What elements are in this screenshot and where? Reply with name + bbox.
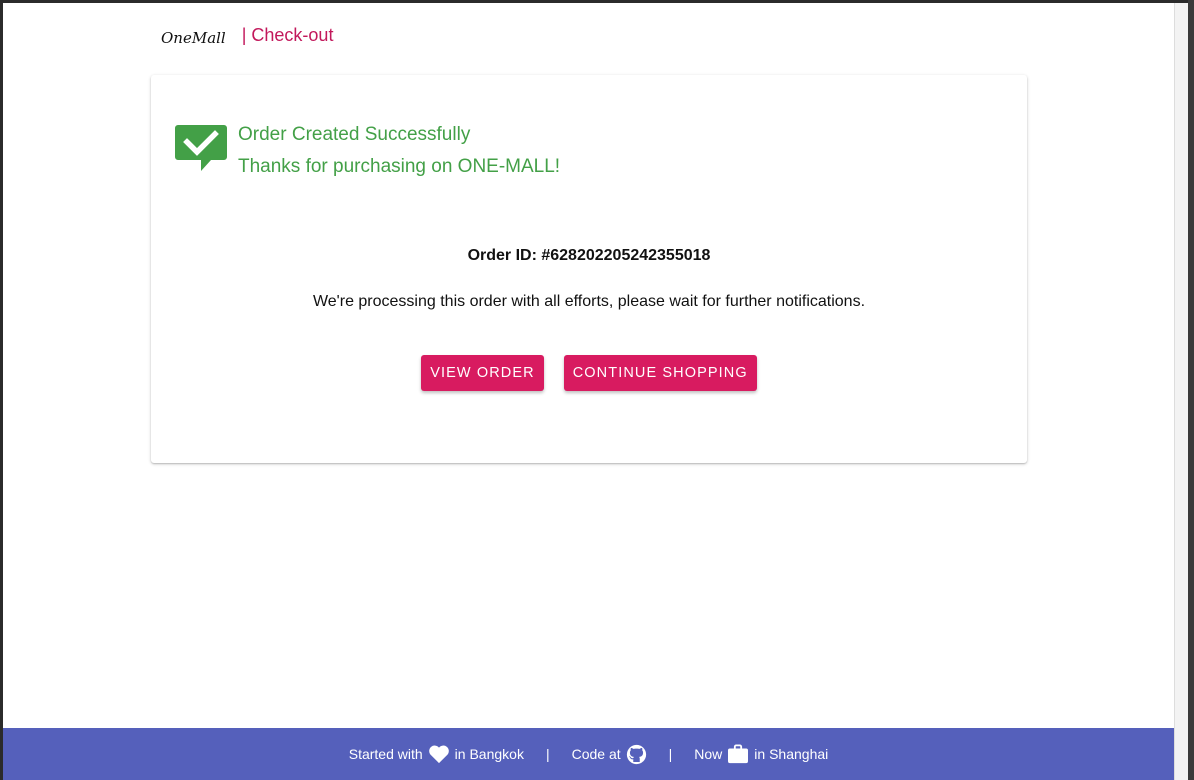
window-edge	[1188, 0, 1194, 780]
page-section-title: | Check-out	[241, 25, 334, 45]
footer-started: Started with in Bangkok	[349, 744, 524, 764]
logo[interactable]: OneMall	[161, 29, 226, 47]
action-buttons: VIEW ORDER CONTINUE SHOPPING	[151, 355, 1027, 391]
footer-started-prefix: Started with	[348, 746, 423, 762]
success-title: Order Created Successfully	[238, 124, 471, 145]
heart-icon	[428, 745, 449, 764]
footer-code-prefix: Code at	[571, 746, 621, 762]
view-order-button[interactable]: VIEW ORDER	[421, 355, 544, 391]
order-id: Order ID: #628202205242355018	[467, 247, 711, 264]
footer-started-suffix: in Bangkok	[454, 746, 524, 762]
scrollbar-gutter[interactable]	[1174, 3, 1189, 780]
footer-separator: |	[545, 746, 550, 762]
footer-code: Code at	[572, 744, 647, 765]
processing-message: We're processing this order with all eff…	[312, 293, 866, 310]
continue-shopping-button[interactable]: CONTINUE SHOPPING	[563, 355, 757, 391]
briefcase-icon	[728, 744, 749, 764]
order-confirmation-card: Order Created Successfully Thanks for pu…	[151, 75, 1027, 463]
footer-separator: |	[668, 746, 673, 762]
github-icon[interactable]	[626, 744, 647, 765]
success-text: Order Created Successfully Thanks for pu…	[238, 119, 560, 183]
footer-now-prefix: Now	[694, 746, 723, 762]
footer: Started with in Bangkok | Code at | Now	[3, 728, 1174, 780]
comment-check-icon	[175, 125, 227, 171]
success-banner: Order Created Successfully Thanks for pu…	[175, 119, 560, 183]
page-header: OneMall | Check-out	[161, 25, 334, 47]
browser-window: OneMall | Check-out Order Created Succes…	[0, 0, 1194, 780]
footer-now: Now in Shanghai	[694, 744, 828, 764]
footer-now-suffix: in Shanghai	[754, 746, 829, 762]
success-subtitle: Thanks for purchasing on ONE-MALL!	[238, 156, 561, 177]
page: OneMall | Check-out Order Created Succes…	[3, 3, 1174, 780]
